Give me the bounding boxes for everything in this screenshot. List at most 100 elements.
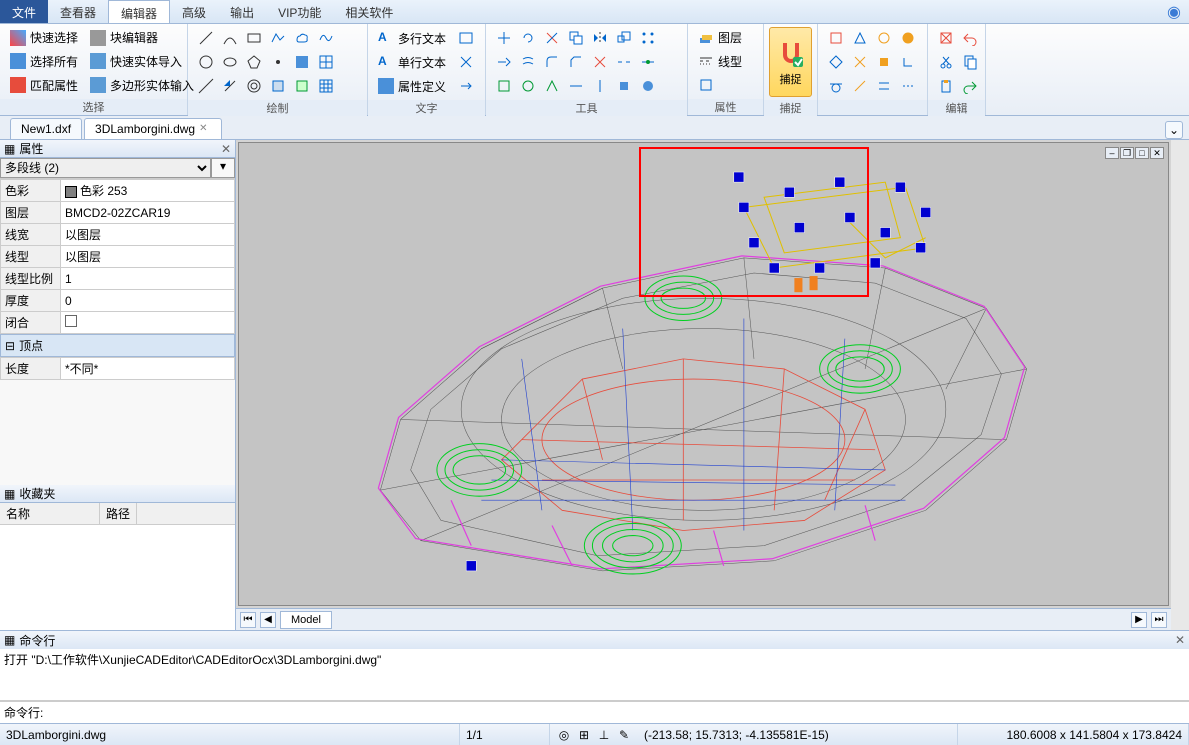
explode-icon[interactable] [589, 51, 611, 73]
circle-icon[interactable] [195, 51, 217, 73]
snap-button[interactable]: 捕捉 [769, 27, 812, 97]
attdef-button[interactable]: 属性定义 [374, 75, 450, 97]
layer-button[interactable]: 图层 [694, 27, 746, 49]
canvas-max-icon[interactable]: □ [1135, 147, 1149, 159]
tab-nav-last-icon[interactable]: ⏭ [1151, 612, 1167, 628]
fav-col-path[interactable]: 路径 [100, 503, 137, 524]
paste-icon[interactable] [935, 75, 957, 97]
prop-lineweight-value[interactable]: 以图层 [61, 224, 235, 246]
cmd-close-icon[interactable]: ✕ [1175, 633, 1185, 647]
quick-import-button[interactable]: 快速实体导入 [86, 50, 198, 72]
file-tab-new1[interactable]: New1.dxf [10, 118, 82, 139]
tool-b-icon[interactable] [517, 75, 539, 97]
canvas-close-icon[interactable]: ✕ [1150, 147, 1164, 159]
snap-end-icon[interactable] [825, 27, 847, 49]
command-input[interactable] [47, 704, 1189, 722]
trim-icon[interactable] [541, 27, 563, 49]
prop-linetype-value[interactable]: 以图层 [61, 246, 235, 268]
line-icon[interactable] [195, 27, 217, 49]
copy-icon[interactable] [565, 27, 587, 49]
move-icon[interactable] [493, 27, 515, 49]
help-icon[interactable]: ◉ [1159, 0, 1189, 23]
redo-icon[interactable] [959, 75, 981, 97]
menu-advanced[interactable]: 高级 [170, 0, 218, 23]
snap-cen-icon[interactable] [873, 27, 895, 49]
menu-editor[interactable]: 编辑器 [108, 0, 170, 23]
cloud-icon[interactable] [291, 27, 313, 49]
prop-length-value[interactable]: *不同* [61, 358, 235, 380]
tool-d-icon[interactable] [565, 75, 587, 97]
properties-close-icon[interactable]: ✕ [221, 142, 231, 156]
xline-icon[interactable] [195, 75, 217, 97]
drawing-canvas[interactable]: – ❐ □ ✕ [238, 142, 1169, 606]
props-more-button[interactable] [694, 74, 746, 96]
close-tab-icon[interactable]: ✕ [199, 123, 211, 135]
text-tool2-icon[interactable] [455, 51, 477, 73]
poly-import-button[interactable]: 多边形实体输入 [86, 74, 198, 96]
chamfer-icon[interactable] [565, 51, 587, 73]
rotate-icon[interactable] [517, 27, 539, 49]
join-icon[interactable] [637, 51, 659, 73]
scale-icon[interactable] [613, 27, 635, 49]
tab-nav-next-icon[interactable]: ▶ [1131, 612, 1147, 628]
spline-icon[interactable] [315, 27, 337, 49]
shape2-icon[interactable] [291, 75, 313, 97]
fillet-icon[interactable] [541, 51, 563, 73]
snap-near-icon[interactable] [849, 75, 871, 97]
table-icon[interactable] [315, 51, 337, 73]
shape1-icon[interactable] [267, 75, 289, 97]
select-all-button[interactable]: 选择所有 [6, 50, 82, 72]
fav-col-name[interactable]: 名称 [0, 503, 100, 524]
array-icon[interactable] [637, 27, 659, 49]
snap-tan-icon[interactable] [825, 75, 847, 97]
status-icon-polar[interactable]: ✎ [616, 727, 632, 743]
snap-ins-icon[interactable] [873, 51, 895, 73]
grid-icon[interactable] [315, 75, 337, 97]
scrollbar-vertical[interactable] [1171, 140, 1189, 630]
snap-ext-icon[interactable] [897, 75, 919, 97]
block-editor-button[interactable]: 块编辑器 [86, 27, 198, 49]
prop-color-value[interactable]: 色彩 253 [61, 180, 235, 202]
text-tool3-icon[interactable] [455, 75, 477, 97]
prop-ltscale-value[interactable]: 1 [61, 268, 235, 290]
linetype-button[interactable]: 线型 [694, 50, 746, 72]
quick-select-button[interactable]: 快速选择 [6, 27, 82, 49]
ray-icon[interactable] [219, 75, 241, 97]
prop-layer-value[interactable]: BMCD2-02ZCAR19 [61, 202, 235, 224]
delete-icon[interactable] [935, 27, 957, 49]
point-icon[interactable] [267, 51, 289, 73]
offset-icon[interactable] [517, 51, 539, 73]
selector-aux-icon[interactable]: ▾ [211, 158, 235, 178]
entity-selector[interactable]: 多段线 (2) [0, 158, 211, 178]
menu-file[interactable]: 文件 [0, 0, 48, 23]
ellipse-icon[interactable] [219, 51, 241, 73]
snap-qua-icon[interactable] [825, 51, 847, 73]
menu-vip[interactable]: VIP功能 [266, 0, 333, 23]
file-tab-lamborgini[interactable]: 3DLamborgini.dwg✕ [84, 118, 222, 139]
match-props-button[interactable]: 匹配属性 [6, 74, 82, 96]
tab-nav-first-icon[interactable]: ⏮ [240, 612, 256, 628]
break-icon[interactable] [613, 51, 635, 73]
mirror-icon[interactable] [589, 27, 611, 49]
extend-icon[interactable] [493, 51, 515, 73]
polygon-icon[interactable] [243, 51, 265, 73]
text-button[interactable]: A单行文本 [374, 51, 450, 73]
status-icon-osnap[interactable]: ◎ [556, 727, 572, 743]
rect-icon[interactable] [243, 27, 265, 49]
snap-int-icon[interactable] [849, 51, 871, 73]
snap-par-icon[interactable] [873, 75, 895, 97]
mtext-button[interactable]: A多行文本 [374, 27, 450, 49]
menu-output[interactable]: 输出 [218, 0, 266, 23]
tool-g-icon[interactable] [637, 75, 659, 97]
text-tool1-icon[interactable] [455, 27, 477, 49]
donut-icon[interactable] [243, 75, 265, 97]
hatch-icon[interactable] [291, 51, 313, 73]
menu-related[interactable]: 相关软件 [333, 0, 405, 23]
tool-c-icon[interactable] [541, 75, 563, 97]
undo-icon[interactable] [959, 27, 981, 49]
status-icon-ortho[interactable]: ⊥ [596, 727, 612, 743]
arc-icon[interactable] [219, 27, 241, 49]
cut-icon[interactable] [935, 51, 957, 73]
status-icon-grid[interactable]: ⊞ [576, 727, 592, 743]
tool-e-icon[interactable] [589, 75, 611, 97]
